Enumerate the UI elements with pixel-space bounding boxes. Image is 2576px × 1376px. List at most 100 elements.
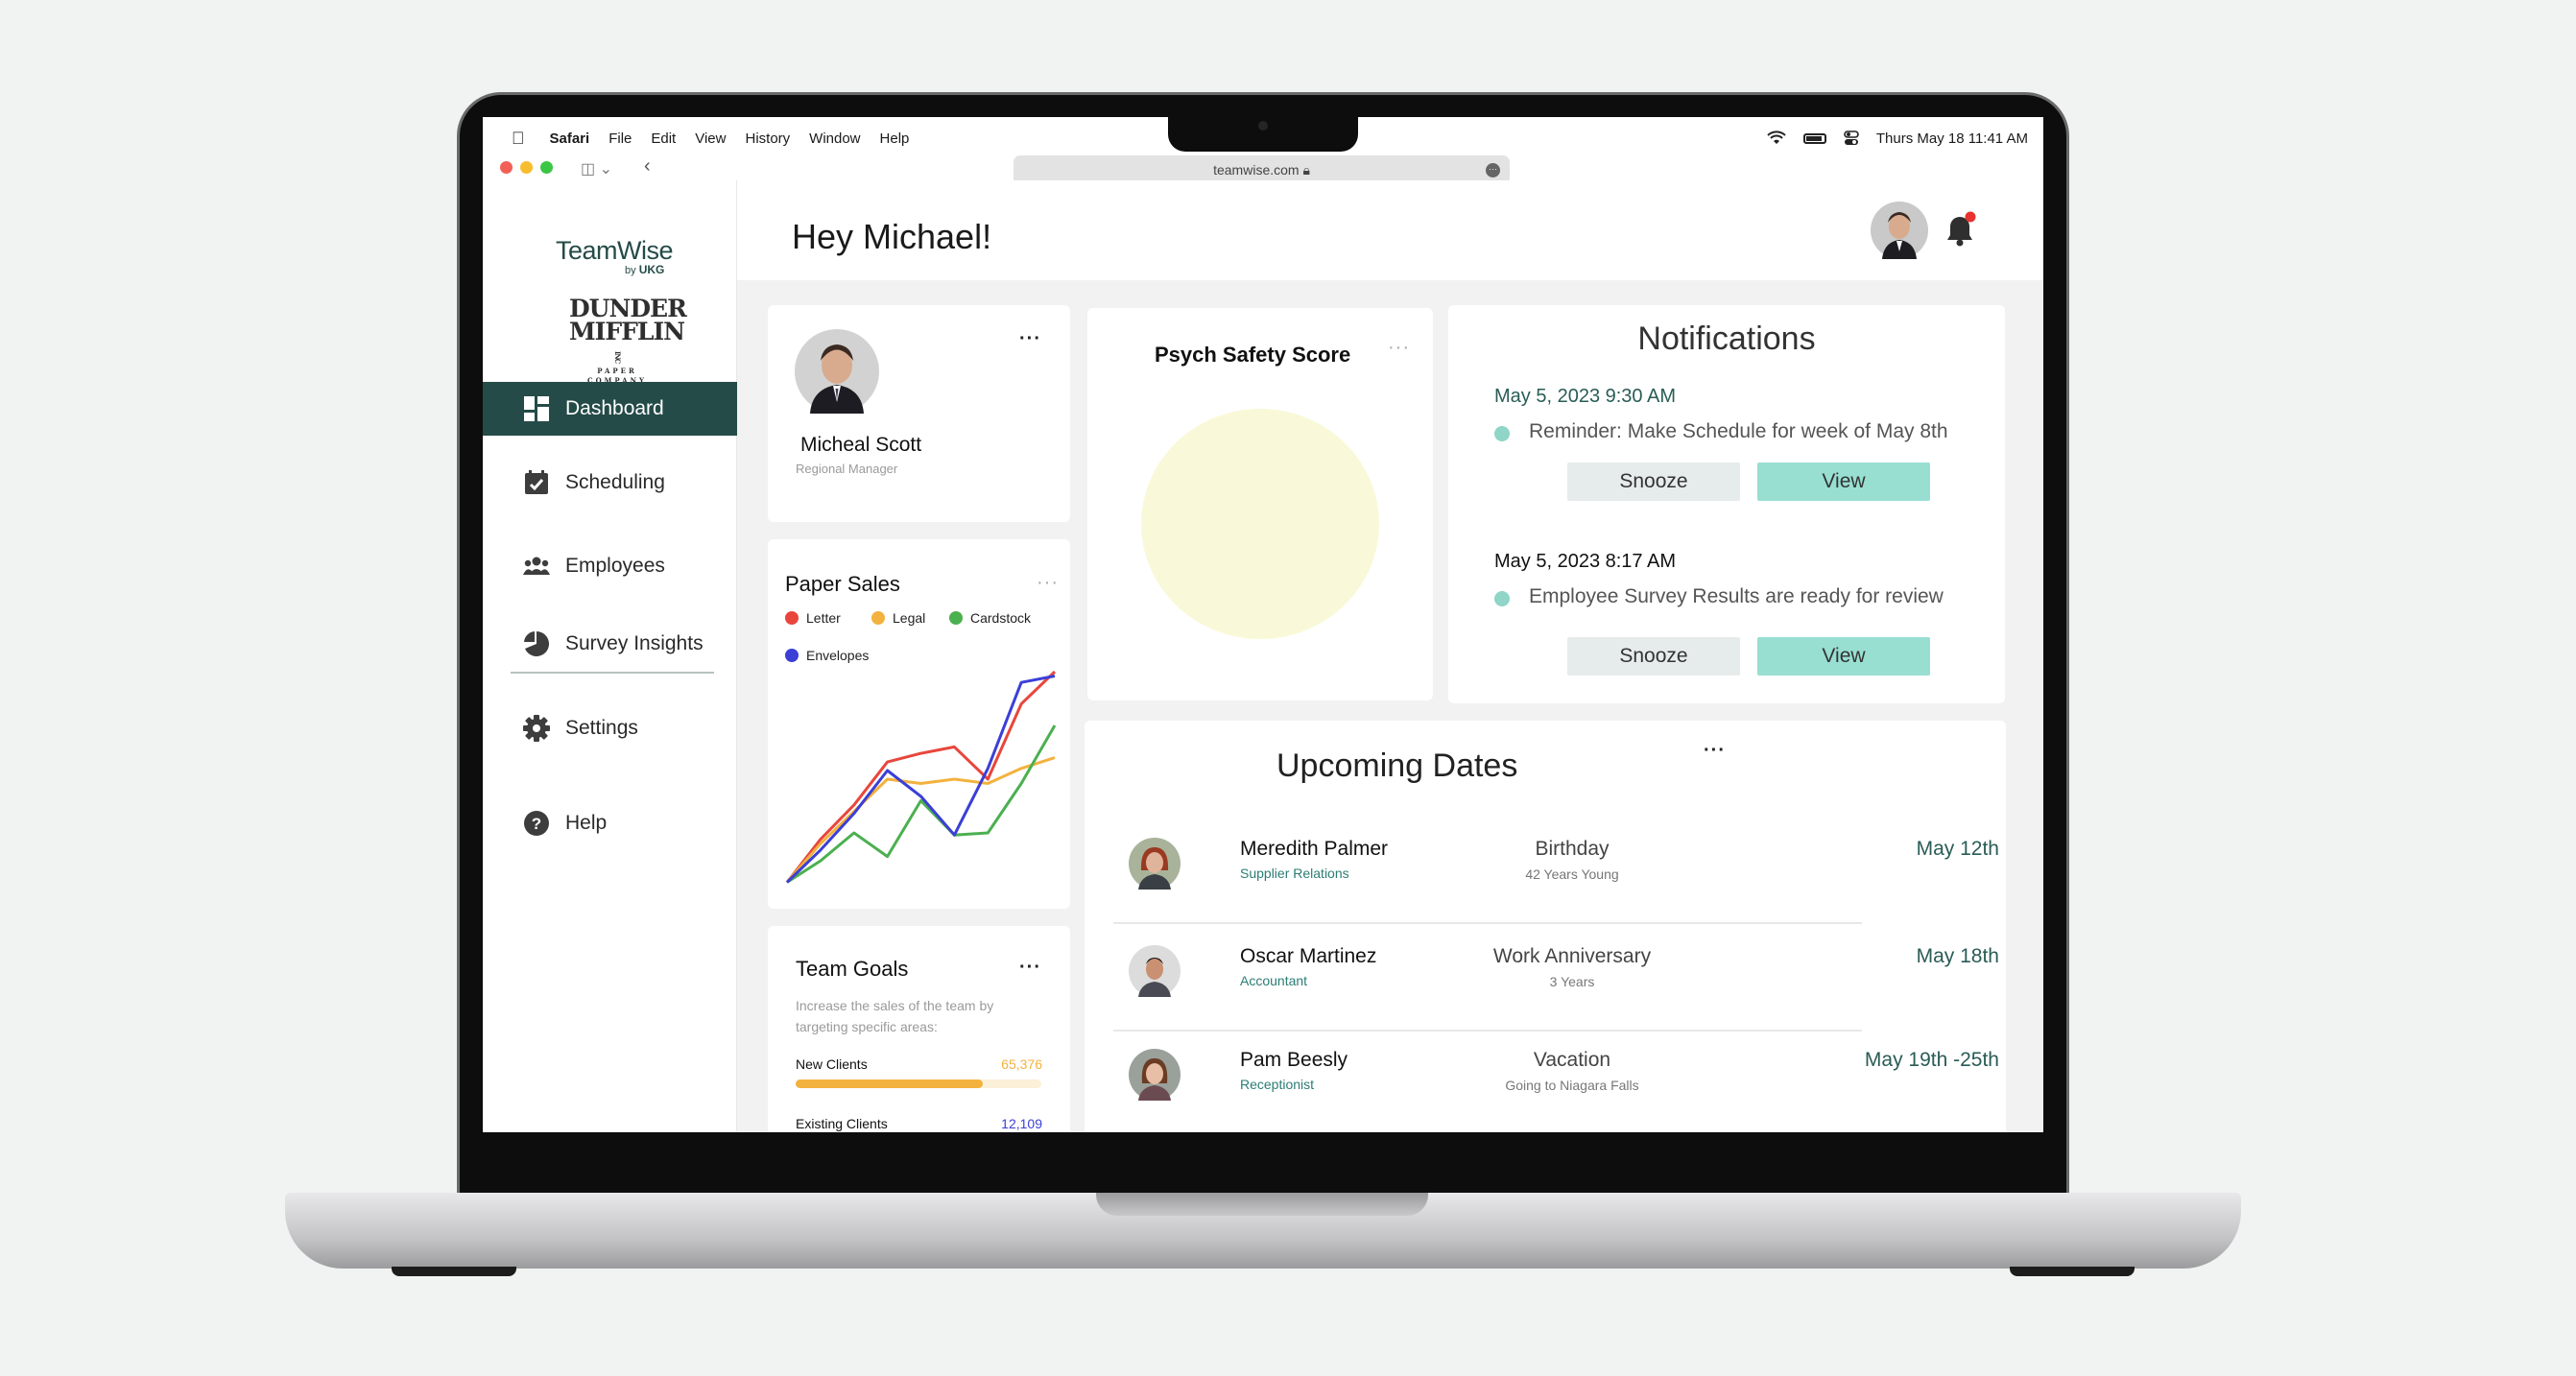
upcoming-date-row[interactable]: Oscar Martinez Accountant Work Anniversa… [1113, 928, 1999, 1032]
menu-app-name[interactable]: Safari [550, 130, 590, 147]
nav-survey-insights[interactable]: Survey Insights [483, 617, 737, 671]
page-greeting: Hey Michael! [792, 217, 992, 256]
logo-inc: INC [613, 350, 622, 363]
bell-icon[interactable] [1938, 207, 1982, 251]
pie-chart-icon [523, 630, 550, 657]
legend-dot [785, 649, 799, 662]
gear-icon [523, 715, 550, 742]
notification-text: Employee Survey Results are ready for re… [1529, 585, 1944, 607]
teamwise-app: TeamWise by UKG DUNDER MIFFLININC PAPER … [483, 180, 2043, 1132]
upcoming-date-row[interactable]: Pam Beesly Receptionist Vacation Going t… [1113, 1032, 1999, 1132]
event-detail: Going to Niagara Falls [1505, 1078, 1639, 1093]
safari-toolbar: ◫ ⌄ ‹ teamwise.com 🔒︎ ··· [483, 155, 2043, 185]
avatar [1129, 945, 1181, 997]
event-type: Work Anniversary [1492, 945, 1652, 967]
apple-icon[interactable]:  [512, 129, 525, 149]
menu-history[interactable]: History [745, 130, 790, 147]
snooze-button[interactable]: Snooze [1567, 463, 1740, 501]
legend-item-cardstock: Cardstock [949, 610, 1031, 626]
calendar-check-icon [523, 469, 550, 496]
team-goals-menu-icon[interactable]: ··· [1019, 958, 1041, 977]
menu-file[interactable]: File [608, 130, 632, 147]
notifications-title: Notifications [1637, 320, 1816, 357]
close-window-button[interactable] [500, 161, 513, 174]
event-date: May 18th [1916, 945, 1999, 967]
legend-dot [871, 611, 885, 625]
back-icon[interactable]: ‹ [644, 155, 651, 178]
paper-sales-menu-icon[interactable]: ··· [1037, 573, 1059, 592]
team-goals-title: Team Goals [796, 957, 909, 981]
event-detail: 42 Years Young [1525, 866, 1619, 882]
teamwise-logo[interactable]: TeamWise [556, 236, 674, 266]
profile-menu-icon[interactable]: ··· [1019, 329, 1041, 348]
event-date: May 19th -25th [1864, 1049, 1999, 1071]
nav-employees[interactable]: Employees [483, 539, 737, 593]
menu-view[interactable]: View [695, 130, 726, 147]
event-detail: 3 Years [1549, 974, 1595, 989]
psych-safety-title: Psych Safety Score [1155, 343, 1351, 367]
people-icon [523, 553, 550, 580]
laptop-lid-notch [1096, 1193, 1428, 1216]
nav-divider [511, 672, 714, 674]
avatar [1129, 1049, 1181, 1101]
psych-safety-gauge [1141, 409, 1379, 639]
goal-progress-fill [796, 1079, 983, 1088]
goal-progress-track [796, 1079, 1041, 1088]
employee-department: Accountant [1240, 973, 1308, 988]
series-line-cardstock [786, 724, 1057, 884]
zoom-window-button[interactable] [540, 161, 553, 174]
dashboard-icon [523, 395, 550, 422]
notifications-card: Notifications May 5, 2023 9:30 AM Remind… [1448, 305, 2005, 703]
avatar [1129, 838, 1181, 890]
notification-time: May 5, 2023 8:17 AM [1494, 551, 1677, 572]
employee-name: Oscar Martinez [1240, 945, 1377, 967]
menu-clock[interactable]: Thurs May 18 11:41 AM [1876, 130, 2028, 147]
team-goals-description: Increase the sales of the team by target… [796, 998, 994, 1034]
nav-settings[interactable]: Settings [483, 701, 737, 755]
nav-label: Settings [565, 717, 638, 739]
wifi-icon[interactable] [1767, 130, 1786, 146]
paper-sales-card: Paper Sales ··· Letter Legal Cardstock E… [768, 539, 1070, 909]
menu-edit[interactable]: Edit [651, 130, 676, 147]
nav-scheduling[interactable]: Scheduling [483, 456, 737, 510]
nav-help[interactable]: ? Help [483, 796, 737, 850]
paper-sales-chart [785, 670, 1057, 884]
psych-safety-card: Psych Safety Score ··· [1087, 308, 1433, 700]
user-avatar[interactable] [1871, 202, 1928, 259]
upcoming-dates-title: Upcoming Dates [1276, 747, 1518, 784]
profile-role: Regional Manager [796, 462, 898, 476]
menu-window[interactable]: Window [809, 130, 860, 147]
help-icon: ? [523, 810, 550, 837]
upcoming-dates-menu-icon[interactable]: ··· [1704, 741, 1726, 760]
profile-photo [795, 329, 879, 414]
view-button[interactable]: View [1757, 463, 1930, 501]
nav-label: Employees [565, 555, 665, 577]
menu-status-area: Thurs May 18 11:41 AM [1767, 117, 2028, 159]
sidebar-toggle-icon[interactable]: ◫ ⌄ [581, 159, 612, 178]
menu-help[interactable]: Help [880, 130, 910, 147]
legend-item-legal: Legal [871, 610, 925, 626]
lock-icon: 🔒︎ [1302, 162, 1310, 178]
snooze-button[interactable]: Snooze [1567, 637, 1740, 676]
series-line-legal [785, 756, 1056, 884]
top-bar: Hey Michael! [737, 180, 2043, 280]
minimize-window-button[interactable] [520, 161, 533, 174]
event-date: May 12th [1916, 838, 1999, 860]
profile-name: Micheal Scott [800, 434, 922, 456]
sidebar: TeamWise by UKG DUNDER MIFFLININC PAPER … [483, 180, 737, 1132]
view-button[interactable]: View [1757, 637, 1930, 676]
upcoming-date-row[interactable]: Meredith Palmer Supplier Relations Birth… [1113, 820, 1999, 924]
legend-dot [949, 611, 963, 625]
unread-dot-icon [1494, 591, 1510, 606]
psych-safety-menu-icon[interactable]: ··· [1388, 338, 1410, 357]
more-options-icon[interactable]: ··· [1486, 163, 1500, 178]
control-center-icon[interactable] [1844, 130, 1859, 147]
legend-label: Envelopes [806, 648, 870, 663]
paper-sales-title: Paper Sales [785, 572, 900, 596]
upcoming-dates-card: Upcoming Dates ··· Meredith Palmer Suppl… [1085, 721, 2006, 1132]
battery-icon[interactable] [1802, 132, 1826, 144]
notification-badge [1965, 211, 1976, 223]
byline-ukg: UKG [638, 263, 665, 276]
screen:  Safari File Edit View History Window H… [483, 117, 2043, 1132]
nav-dashboard[interactable]: Dashboard [483, 382, 737, 436]
